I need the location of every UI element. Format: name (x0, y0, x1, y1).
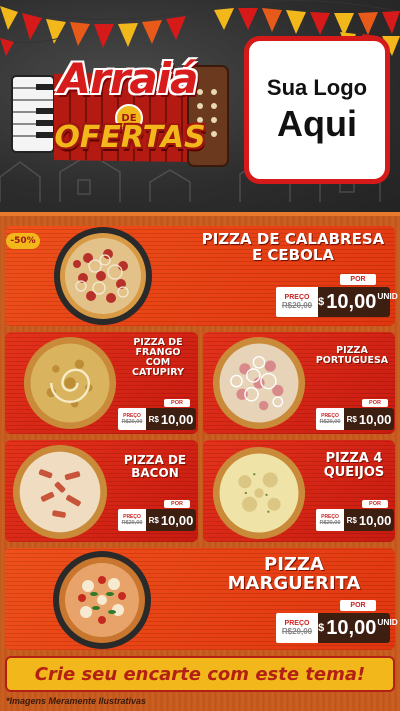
cta-banner[interactable]: Crie seu encarte com este tema! (5, 656, 395, 692)
header: Arraiá DE OFERTAS Sua Logo Aqui (0, 0, 400, 212)
title-main: Arraiá (58, 54, 198, 103)
footnote: *Imagens Meramente Ilustrativas (6, 696, 147, 706)
product-name-frango: PIZZA DE FRANGO COM CATUPIRY (132, 337, 184, 378)
pizza-calabresa-image (52, 226, 154, 326)
price-tag-bacon: POR PREÇO R$20,00 R$ 10,00 (118, 500, 196, 532)
price-tag-frango: POR PREÇO R$20,00 R$ 10,00 (118, 399, 196, 431)
price-tag-marguerita: POR PREÇO R$20,00 R$ 10,00 UNID (276, 600, 398, 644)
product-name-marguerita: PIZZA MARGUERITA (227, 554, 361, 594)
old-price: R$20,00 (281, 301, 313, 310)
pizza-4-queijos-image (212, 446, 306, 540)
product-name-portuguesa: PIZZA PORTUGUESA (315, 345, 389, 366)
title-logo: Arraiá DE OFERTAS (10, 52, 232, 170)
product-name-4-queijos: PIZZA 4 QUEIJOS (323, 451, 385, 480)
logo-text-line2: Aqui (277, 103, 357, 144)
discount-badge: -50% (6, 233, 40, 249)
product-name-calabresa: PIZZA DE CALABRESA E CEBOLA (201, 230, 385, 264)
price-tag-portuguesa: POR PREÇO R$20,00 R$ 10,00 (316, 399, 394, 431)
por-label: POR (340, 274, 376, 285)
price-tag-calabresa: POR PREÇO R$20,00 R$ 10,00 UNID (276, 274, 398, 318)
new-price: 10,00 (326, 290, 377, 313)
product-name-bacon: PIZZA DE BACON (123, 453, 187, 480)
pizza-bacon-image (12, 444, 108, 540)
title-sub: OFERTAS (54, 120, 206, 155)
cta-banner-text: Crie seu encarte com este tema! (34, 663, 366, 685)
pizza-marguerita-image (52, 550, 152, 650)
logo-text-line1: Sua Logo (266, 75, 368, 100)
pizza-portuguesa-image (212, 336, 306, 430)
price-tag-4-queijos: POR PREÇO R$20,00 R$ 10,00 (316, 500, 394, 532)
logo-placeholder[interactable]: Sua Logo Aqui (244, 36, 390, 184)
pizza-frango-image (22, 336, 118, 430)
